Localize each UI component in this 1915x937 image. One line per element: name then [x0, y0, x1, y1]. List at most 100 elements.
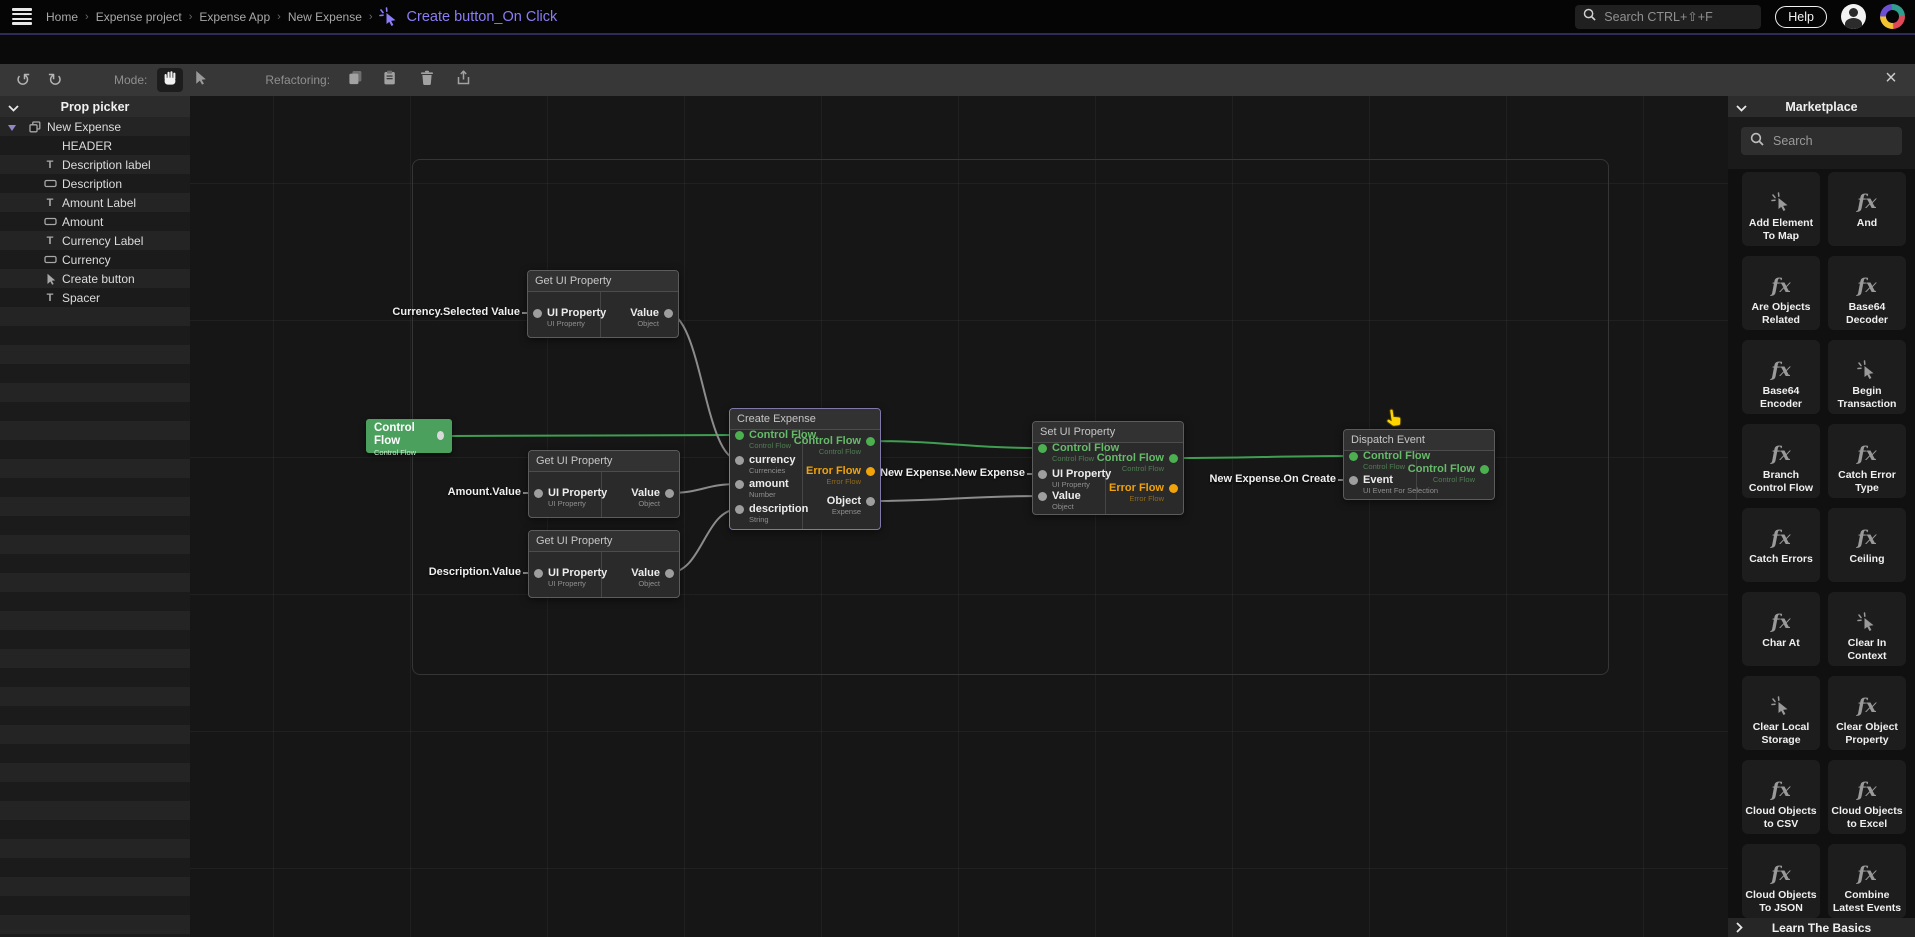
port-dot[interactable] — [1349, 452, 1358, 461]
chevron-down-icon[interactable] — [8, 101, 19, 115]
marketplace-item-ceiling[interactable]: fxCeiling — [1828, 508, 1906, 582]
marketplace-search-input[interactable] — [1771, 133, 1893, 149]
port-dot[interactable] — [534, 489, 543, 498]
sidebar-item-header[interactable]: HEADER — [0, 136, 190, 155]
sidebar-item-currency-label[interactable]: TCurrency Label — [0, 231, 190, 250]
breadcrumb-item[interactable]: Expense App — [199, 10, 270, 24]
pan-mode-button[interactable] — [157, 68, 183, 92]
sidebar-item-description[interactable]: Description — [0, 174, 190, 193]
sidebar-item-spacer[interactable]: TSpacer — [0, 288, 190, 307]
input-port-ui-property: UI PropertyUI Property — [534, 567, 607, 588]
marketplace-item-base64-decoder[interactable]: fxBase64 Decoder — [1828, 256, 1906, 330]
export-button[interactable] — [450, 68, 476, 92]
port-dot[interactable] — [735, 431, 744, 440]
marketplace-item-clear-object-property[interactable]: fx Clear Object Property — [1828, 676, 1906, 750]
source-node-row: Control Flow — [374, 422, 444, 448]
marketplace-item-catch-errors[interactable]: fxCatch Errors — [1742, 508, 1820, 582]
node-set-ui-property[interactable]: Set UI PropertyControl FlowControl FlowU… — [1032, 421, 1184, 515]
marketplace-item-branch-control-flow[interactable]: fxBranch Control Flow — [1742, 424, 1820, 498]
marketplace-item-catch-error-type[interactable]: fxCatch Error Type — [1828, 424, 1906, 498]
marketplace-item-are-objects-related[interactable]: fxAre Objects Related — [1742, 256, 1820, 330]
breadcrumb-item[interactable]: Expense project — [96, 10, 182, 24]
user-avatar[interactable] — [1841, 4, 1866, 29]
marketplace-item-cloud-objects-to-csv[interactable]: fxCloud Objects to CSV — [1742, 760, 1820, 834]
marketplace-item-base64-encoder[interactable]: fxBase64 Encoder — [1742, 340, 1820, 414]
port-dot[interactable] — [866, 437, 875, 446]
marketplace-item-combine-latest-events[interactable]: fxCombine Latest Events — [1828, 844, 1906, 918]
port-dot[interactable] — [1169, 454, 1178, 463]
marketplace-item-clear-in-context[interactable]: Clear In Context — [1828, 592, 1906, 666]
global-search-input[interactable] — [1602, 9, 1753, 25]
port-labels: Error FlowError Flow — [1109, 482, 1164, 503]
global-search[interactable] — [1575, 5, 1761, 29]
marketplace-item-and[interactable]: fxAnd — [1828, 172, 1906, 246]
marketplace-item-label: Catch Errors — [1747, 553, 1815, 566]
port-dot[interactable] — [1480, 465, 1489, 474]
sidebar-item-create-button[interactable]: Create button — [0, 269, 190, 288]
select-mode-button[interactable] — [187, 68, 213, 92]
delete-button[interactable] — [414, 68, 440, 92]
node-graph-canvas[interactable]: Currency.Selected ValueAmount.ValueDescr… — [190, 96, 1728, 937]
breadcrumb-item[interactable]: New Expense — [288, 10, 362, 24]
marketplace-item-begin-transaction[interactable]: Begin Transaction — [1828, 340, 1906, 414]
marketplace-item-add-element-to-map[interactable]: Add Element To Map — [1742, 172, 1820, 246]
port-dot[interactable] — [665, 569, 674, 578]
node-get-ui-property-1[interactable]: Get UI PropertyUI PropertyUI PropertyVal… — [527, 270, 679, 338]
sidebar-item-new-expense[interactable]: New Expense — [0, 117, 190, 136]
node-get-ui-property-3[interactable]: Get UI PropertyUI PropertyUI PropertyVal… — [528, 530, 680, 598]
port-dot[interactable] — [1349, 476, 1358, 485]
port-dot[interactable] — [866, 467, 875, 476]
sidebar-item-amount[interactable]: Amount — [0, 212, 190, 231]
paste-button[interactable] — [376, 68, 402, 92]
marketplace-search[interactable] — [1741, 127, 1902, 155]
marketplace-item-cloud-objects-to-json[interactable]: fxCloud Objects To JSON — [1742, 844, 1820, 918]
sidebar-item-description-label[interactable]: TDescription label — [0, 155, 190, 174]
page-title: Create button_On Click — [407, 9, 558, 25]
copy-button[interactable] — [342, 68, 368, 92]
menu-icon[interactable] — [12, 8, 32, 24]
node-subtitle: Control Flow — [374, 448, 444, 457]
prop-picker-panel: Prop picker New ExpenseHEADERTDescriptio… — [0, 96, 190, 937]
port-dot[interactable] — [866, 497, 875, 506]
port-dot[interactable] — [1169, 484, 1178, 493]
port-dot[interactable] — [437, 431, 444, 440]
function-icon: fx — [1857, 676, 1877, 716]
port-dot[interactable] — [665, 489, 674, 498]
port-labels: UI PropertyUI Property — [548, 567, 607, 588]
expand-caret-icon[interactable] — [8, 120, 16, 134]
help-button[interactable]: Help — [1775, 6, 1827, 28]
output-port-value: ValueObject — [631, 567, 674, 588]
sidebar-item-amount-label[interactable]: TAmount Label — [0, 193, 190, 212]
function-icon: fx — [1857, 256, 1877, 296]
port-dot[interactable] — [534, 569, 543, 578]
port-dot[interactable] — [735, 480, 744, 489]
value-label: New Expense.New Expense — [880, 467, 1025, 479]
learn-the-basics-bar[interactable]: Learn The Basics — [1728, 918, 1915, 937]
port-type: Expense — [827, 508, 861, 516]
sidebar-item-currency[interactable]: Currency — [0, 250, 190, 269]
marketplace-item-label: Clear Object Property — [1828, 721, 1906, 746]
marketplace-item-cloud-objects-to-excel[interactable]: fxCloud Objects to Excel — [1828, 760, 1906, 834]
port-dot[interactable] — [1038, 492, 1047, 501]
breadcrumb-item[interactable]: Home — [46, 10, 78, 24]
marketplace-item-clear-local-storage[interactable]: Clear Local Storage — [1742, 676, 1820, 750]
port-dot[interactable] — [1038, 444, 1047, 453]
port-dot[interactable] — [1038, 470, 1047, 479]
port-labels: Control FlowControl Flow — [1408, 463, 1475, 484]
port-dot[interactable] — [735, 505, 744, 514]
marketplace-item-char-at[interactable]: fxChar At — [1742, 592, 1820, 666]
port-dot[interactable] — [664, 309, 673, 318]
close-panel-button[interactable]: × — [1879, 67, 1903, 90]
port-dot[interactable] — [735, 456, 744, 465]
button-icon — [43, 273, 57, 285]
node-control-flow-source[interactable]: Control FlowControl Flow — [366, 419, 452, 453]
chevron-down-icon[interactable] — [1736, 101, 1747, 115]
node-create-expense[interactable]: Create ExpenseControl FlowControl Flowcu… — [729, 408, 881, 530]
node-dispatch-event[interactable]: Dispatch EventControl FlowControl FlowEv… — [1343, 429, 1495, 500]
port-dot[interactable] — [533, 309, 542, 318]
node-get-ui-property-2[interactable]: Get UI PropertyUI PropertyUI PropertyVal… — [528, 450, 680, 518]
app-logo[interactable] — [1880, 4, 1905, 29]
redo-button[interactable]: ↻ — [42, 68, 68, 92]
interaction-icon — [1857, 592, 1877, 632]
undo-button[interactable]: ↺ — [10, 68, 36, 92]
